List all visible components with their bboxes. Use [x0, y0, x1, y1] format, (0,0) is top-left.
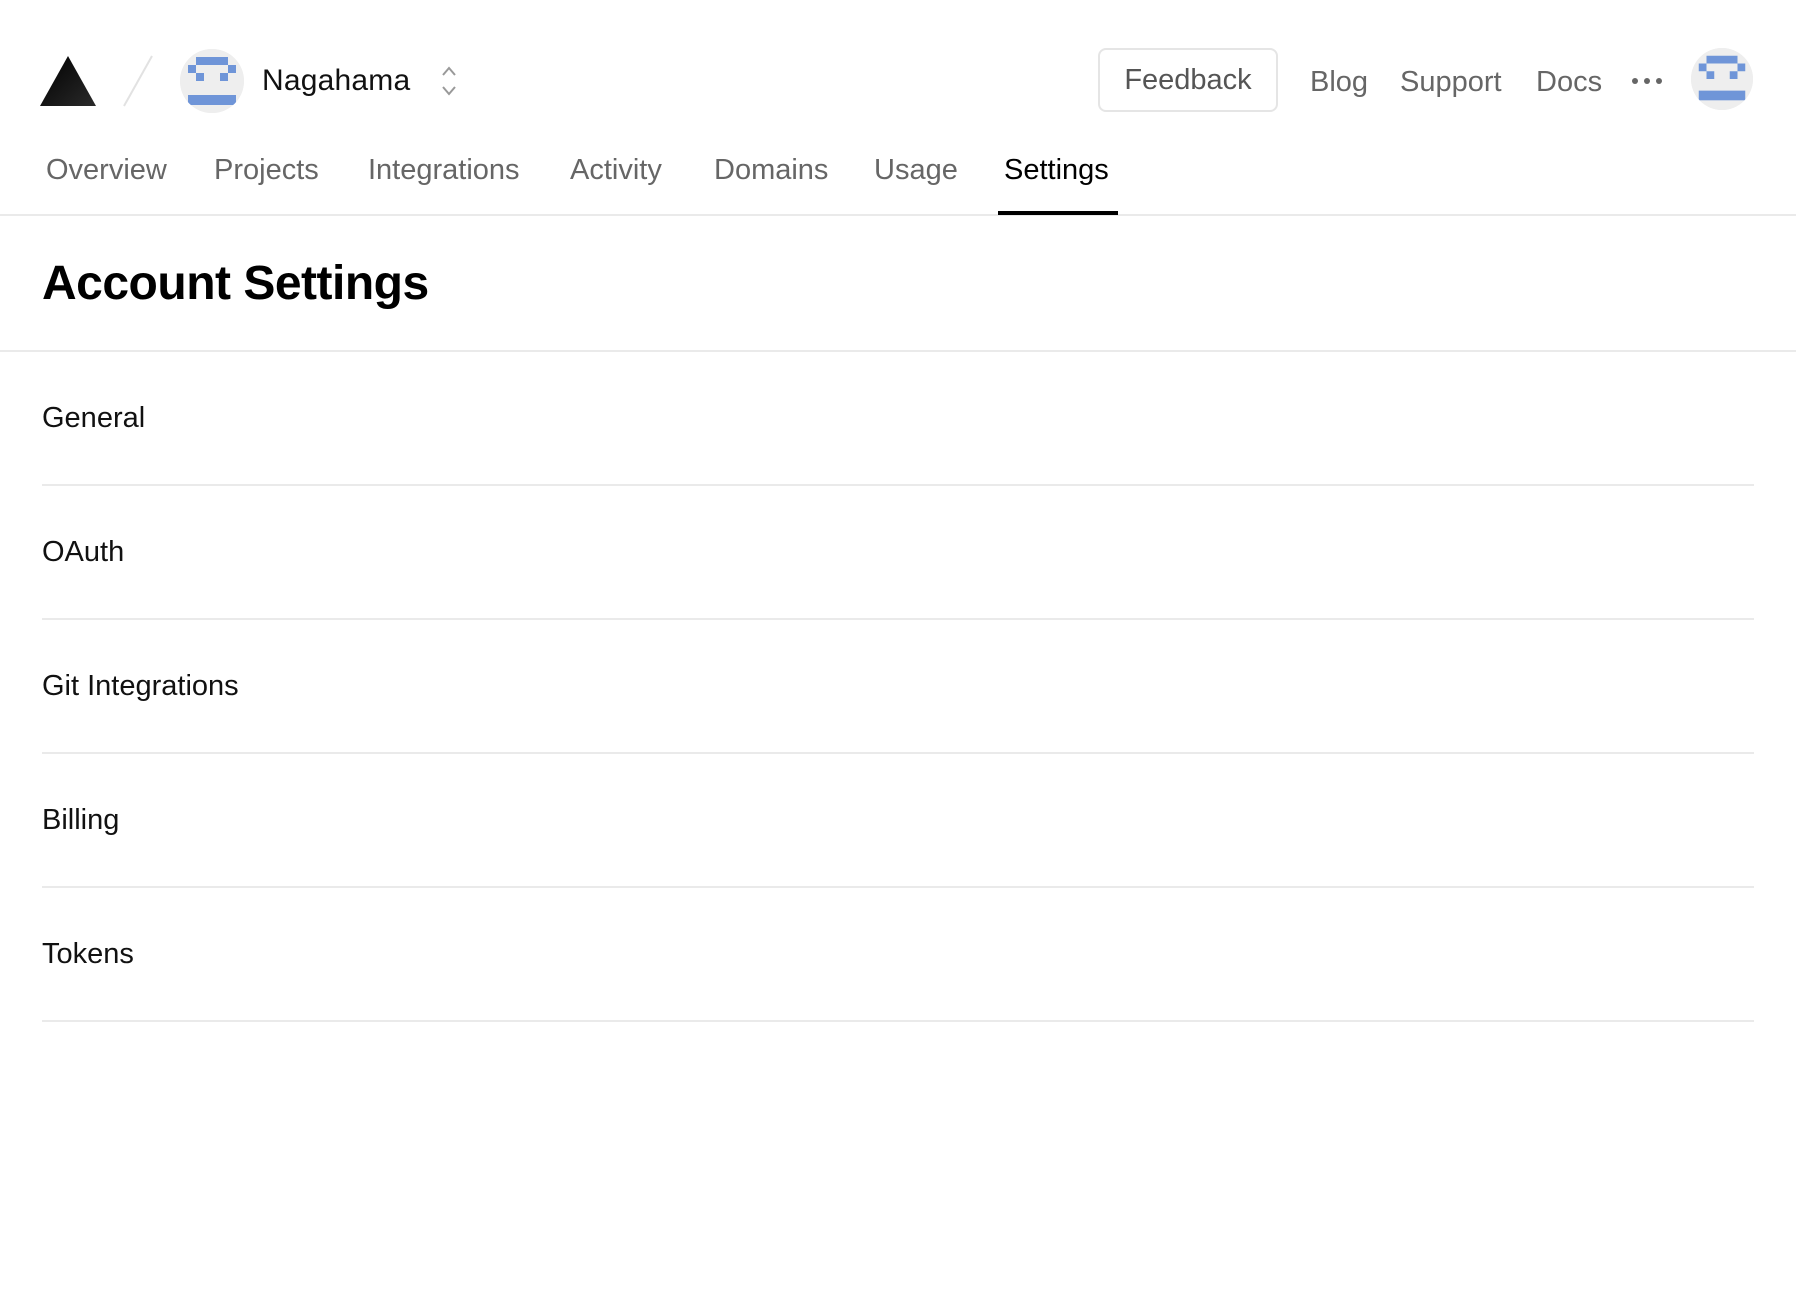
blog-link[interactable]: Blog: [1310, 62, 1368, 102]
tab-bar: Overview Projects Integrations Activity …: [0, 140, 1796, 216]
settings-item-label: Billing: [42, 803, 120, 836]
settings-item-git-integrations[interactable]: Git Integrations: [42, 620, 1754, 754]
top-header: Nagahama Feedback Blog Support Docs Over…: [0, 0, 1796, 216]
active-tab-indicator: [998, 211, 1118, 215]
settings-list: General OAuth Git Integrations Billing T…: [42, 352, 1754, 1022]
tab-projects[interactable]: Projects: [214, 150, 319, 190]
breadcrumb-separator: [123, 55, 153, 107]
tab-integrations[interactable]: Integrations: [368, 150, 520, 190]
settings-item-label: General: [42, 401, 146, 434]
docs-link[interactable]: Docs: [1536, 62, 1602, 102]
chevron-up-down-icon: [442, 66, 457, 96]
triangle-logo-icon[interactable]: [40, 56, 96, 106]
settings-item-tokens[interactable]: Tokens: [42, 888, 1754, 1022]
ellipsis-icon[interactable]: [1630, 66, 1664, 96]
page-title-bar: Account Settings: [0, 216, 1796, 352]
user-avatar-icon[interactable]: [1691, 48, 1753, 110]
settings-item-general[interactable]: General: [42, 352, 1754, 486]
support-link[interactable]: Support: [1400, 62, 1502, 102]
tab-domains[interactable]: Domains: [714, 150, 828, 190]
feedback-button[interactable]: Feedback: [1098, 48, 1278, 112]
settings-item-billing[interactable]: Billing: [42, 754, 1754, 888]
pixel-avatar-icon: [180, 49, 244, 113]
tab-overview[interactable]: Overview: [46, 150, 167, 190]
team-name: Nagahama: [262, 64, 411, 97]
tab-activity[interactable]: Activity: [570, 150, 662, 190]
tab-usage[interactable]: Usage: [874, 150, 958, 190]
settings-item-label: Tokens: [42, 937, 134, 970]
settings-item-oauth[interactable]: OAuth: [42, 486, 1754, 620]
team-switcher[interactable]: Nagahama: [180, 48, 458, 114]
page-title: Account Settings: [42, 257, 429, 310]
settings-item-label: OAuth: [42, 535, 125, 568]
settings-item-label: Git Integrations: [42, 669, 239, 702]
tab-settings[interactable]: Settings: [1004, 150, 1109, 190]
